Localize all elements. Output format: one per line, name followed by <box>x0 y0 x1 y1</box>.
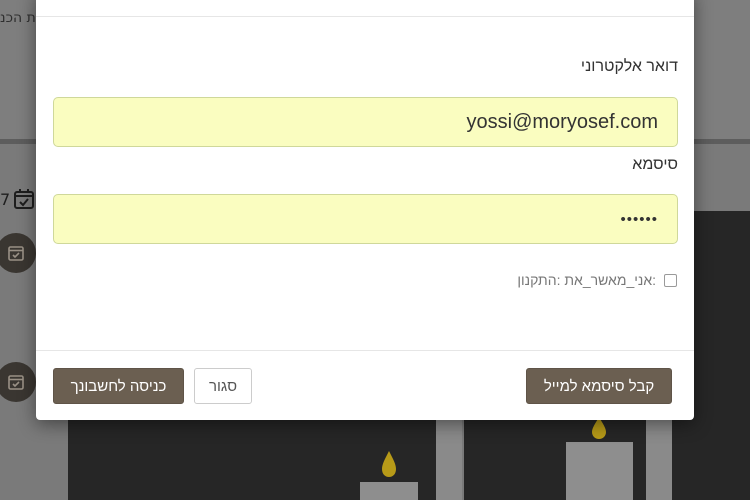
background-partial-text: ת הכנ <box>0 10 36 26</box>
password-value: •••••• <box>620 210 658 228</box>
password-field[interactable]: •••••• <box>53 194 678 244</box>
close-button[interactable]: סגור <box>194 368 252 404</box>
email-password-button[interactable]: קבל סיסמא למייל <box>526 368 672 404</box>
candle-flame-icon <box>382 451 396 477</box>
candle-image <box>360 482 418 500</box>
modal-footer-divider <box>36 350 694 351</box>
password-label: סיסמא <box>632 156 678 173</box>
calendar-check-icon <box>8 375 24 390</box>
calendar-check-icon <box>14 189 34 209</box>
background-pillar <box>646 420 672 500</box>
candle-image <box>566 442 633 500</box>
email-label: דואר אלקטרוני <box>580 58 678 75</box>
terms-checkbox[interactable] <box>664 273 677 287</box>
calendar-check-icon <box>8 246 24 261</box>
login-button[interactable]: כניסה לחשבונך <box>53 368 184 404</box>
terms-agree-row: :אני_מאשר_את :התקנון <box>517 272 677 288</box>
background-pillar <box>436 420 462 500</box>
modal-body: דואר אלקטרוני סיסמא •••••• :אני_מאשר_את … <box>36 17 694 350</box>
background-date-fragment: 7 <box>0 190 11 209</box>
email-field[interactable] <box>53 97 678 147</box>
login-modal: דואר אלקטרוני סיסמא •••••• :אני_מאשר_את … <box>36 0 694 420</box>
terms-label: :אני_מאשר_את :התקנון <box>517 272 656 288</box>
